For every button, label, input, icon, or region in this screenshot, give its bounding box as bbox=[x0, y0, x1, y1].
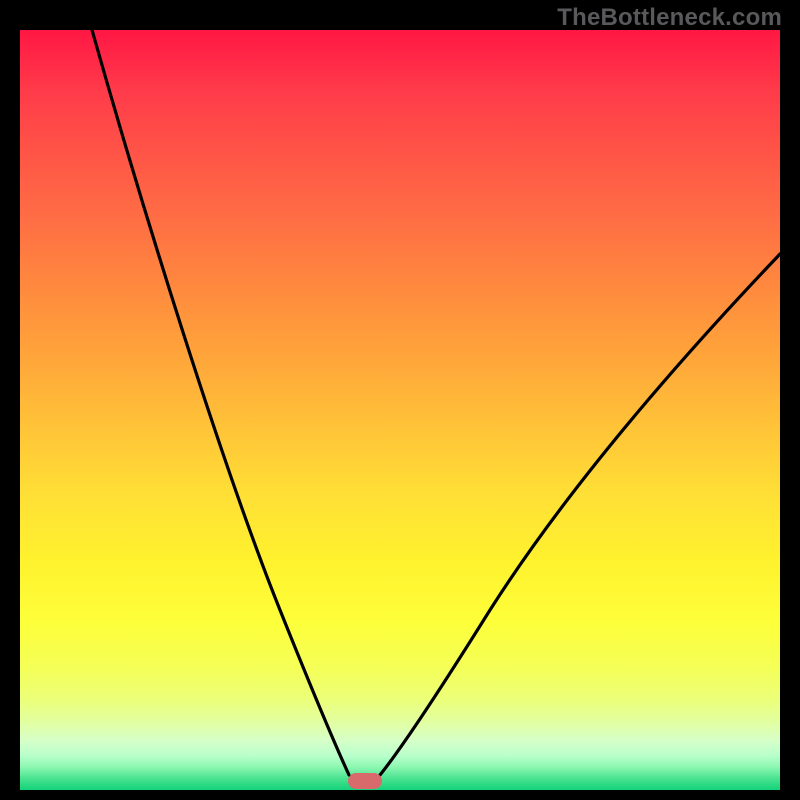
plot-area bbox=[20, 30, 780, 790]
curve-left-branch bbox=[92, 30, 349, 775]
chart-frame: TheBottleneck.com bbox=[0, 0, 800, 800]
dip-marker bbox=[348, 773, 382, 789]
curve-svg bbox=[20, 30, 780, 790]
watermark-text: TheBottleneck.com bbox=[557, 4, 782, 32]
curve-right-branch bbox=[380, 254, 780, 775]
